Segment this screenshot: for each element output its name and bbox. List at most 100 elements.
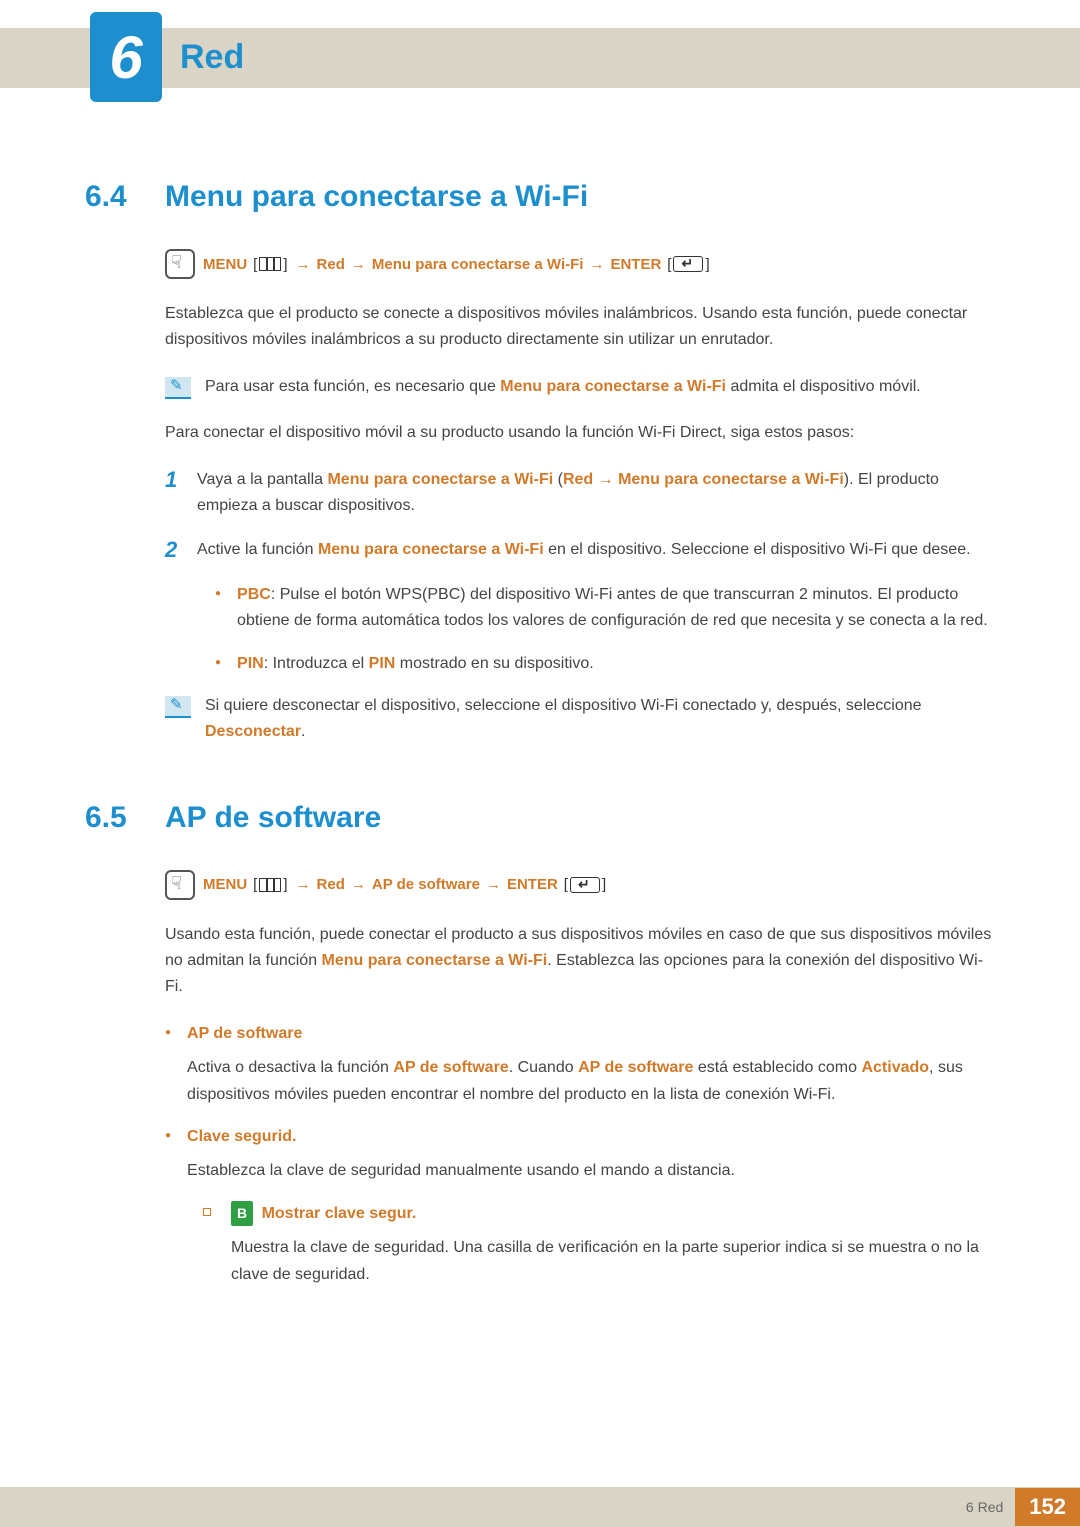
text: Activa o desactiva la función (187, 1059, 393, 1076)
highlight: Activado (861, 1059, 929, 1076)
lead-text: Para conectar el dispositivo móvil a su … (165, 420, 995, 446)
text: Muestra la clave de seguridad. Una casil… (231, 1239, 979, 1282)
menu-label: MENU (203, 876, 247, 893)
enter-icon (673, 256, 703, 272)
arrow-icon: → (296, 876, 311, 893)
text: Si quiere desconectar el dispositivo, se… (205, 697, 922, 714)
highlight: Red (563, 471, 593, 488)
text: . (301, 723, 305, 740)
bracket-open: [ (564, 876, 568, 893)
step: 1 Vaya a la pantalla Menu para conectars… (165, 467, 995, 520)
text: ( (553, 471, 563, 488)
bullet-icon: ● (165, 1130, 171, 1185)
highlight: Desconectar (205, 723, 301, 740)
note-text: Si quiere desconectar el dispositivo, se… (205, 693, 995, 746)
nav-path: MENU [ ] → Red → AP de software → ENTER … (165, 870, 995, 900)
highlight: Menu para conectarse a Wi-Fi (618, 471, 844, 488)
text: Vaya a la pantalla (197, 471, 327, 488)
bullet-text: PIN: Introduzca el PIN mostrado en su di… (237, 651, 594, 677)
footer-label: 6 Red (966, 1499, 1003, 1515)
menu-label: MENU (203, 256, 247, 273)
bracket-open: [ (667, 256, 671, 273)
text: . Cuando (509, 1059, 578, 1076)
bullet-item: ● Clave segurid. Establezca la clave de … (165, 1124, 995, 1185)
text: Active la función (197, 541, 318, 558)
chapter-number: 6 (109, 23, 142, 92)
path-item: Red (317, 256, 345, 273)
step-text: Active la función Menu para conectarse a… (197, 537, 971, 563)
highlight: PIN (237, 655, 264, 672)
path-item: AP de software (372, 876, 480, 893)
bullet-item: ● AP de software Activa o desactiva la f… (165, 1021, 995, 1108)
bracket-close: ] (705, 256, 709, 273)
text: : Pulse el botón WPS(PBC) del dispositiv… (237, 586, 988, 629)
hand-icon (165, 249, 195, 279)
arrow: → (593, 471, 618, 488)
highlight: Menu para conectarse a Wi-Fi (500, 378, 726, 395)
section-number: 6.4 (85, 180, 165, 214)
text: Para usar esta función, es necesario que (205, 378, 500, 395)
enter-icon (570, 877, 600, 893)
sub-bullet-title: Mostrar clave segur. (262, 1205, 417, 1222)
page-number: 152 (1015, 1488, 1080, 1526)
path-item: Menu para conectarse a Wi-Fi (372, 256, 584, 273)
bullet-icon: ● (215, 588, 221, 635)
nav-path: MENU [ ] → Red → Menu para conectarse a … (165, 249, 995, 279)
bracket-close: ] (283, 876, 287, 893)
text: mostrado en su dispositivo. (395, 655, 593, 672)
b-badge-icon: B (231, 1201, 253, 1226)
highlight: PIN (369, 655, 396, 672)
note-block: Si quiere desconectar el dispositivo, se… (165, 693, 995, 746)
arrow-icon: → (589, 256, 604, 273)
highlight: PBC (237, 586, 271, 603)
highlight: AP de software (393, 1059, 508, 1076)
step-number: 1 (165, 467, 197, 520)
section-heading: 6.5 AP de software (85, 801, 995, 835)
arrow-icon: → (296, 256, 311, 273)
section-number: 6.5 (85, 801, 165, 835)
bullet-icon: ● (165, 1027, 171, 1108)
page-content: 6.4 Menu para conectarse a Wi-Fi MENU [ … (85, 180, 995, 1304)
sub-bullet-text: B Mostrar clave segur. Muestra la clave … (231, 1201, 995, 1288)
note-icon (165, 377, 191, 399)
text: en el dispositivo. Seleccione el disposi… (544, 541, 971, 558)
menu-grid-icon (259, 257, 281, 271)
highlight: Menu para conectarse a Wi-Fi (318, 541, 544, 558)
enter-label: ENTER (610, 256, 661, 273)
hand-icon (165, 870, 195, 900)
page-footer: 6 Red 152 (0, 1487, 1080, 1527)
header-bar (0, 28, 1080, 88)
enter-label: ENTER (507, 876, 558, 893)
arrow-icon: → (351, 256, 366, 273)
menu-grid-icon (259, 878, 281, 892)
square-bullet-icon (203, 1208, 211, 1216)
highlight: Menu para conectarse a Wi-Fi (322, 952, 548, 969)
bullet-title: AP de software (187, 1021, 995, 1047)
highlight: AP de software (578, 1059, 693, 1076)
path-item: Red (317, 876, 345, 893)
bullet-text: Clave segurid. Establezca la clave de se… (187, 1124, 735, 1185)
step-text: Vaya a la pantalla Menu para conectarse … (197, 467, 995, 520)
note-icon (165, 696, 191, 718)
bracket-close: ] (283, 256, 287, 273)
intro-text: Usando esta función, puede conectar el p… (165, 922, 995, 1001)
chapter-title: Red (180, 38, 244, 77)
section-title: Menu para conectarse a Wi-Fi (165, 180, 588, 214)
text: admita el dispositivo móvil. (726, 378, 921, 395)
text: está establecido como (693, 1059, 861, 1076)
bullet-text: PBC: Pulse el botón WPS(PBC) del disposi… (237, 582, 995, 635)
section-title: AP de software (165, 801, 381, 835)
highlight: Menu para conectarse a Wi-Fi (327, 471, 553, 488)
bullet-item: ● PIN: Introduzca el PIN mostrado en su … (215, 651, 995, 677)
section-heading: 6.4 Menu para conectarse a Wi-Fi (85, 180, 995, 214)
step-number: 2 (165, 537, 197, 563)
bracket-open: [ (253, 876, 257, 893)
chapter-badge: 6 (90, 12, 162, 102)
bullet-icon: ● (215, 657, 221, 677)
note-text: Para usar esta función, es necesario que… (205, 374, 921, 400)
text: : Introduzca el (264, 655, 369, 672)
bracket-open: [ (253, 256, 257, 273)
arrow-icon: → (486, 876, 501, 893)
bullet-title: Clave segurid. (187, 1124, 735, 1150)
sub-bullet-item: B Mostrar clave segur. Muestra la clave … (203, 1201, 995, 1288)
